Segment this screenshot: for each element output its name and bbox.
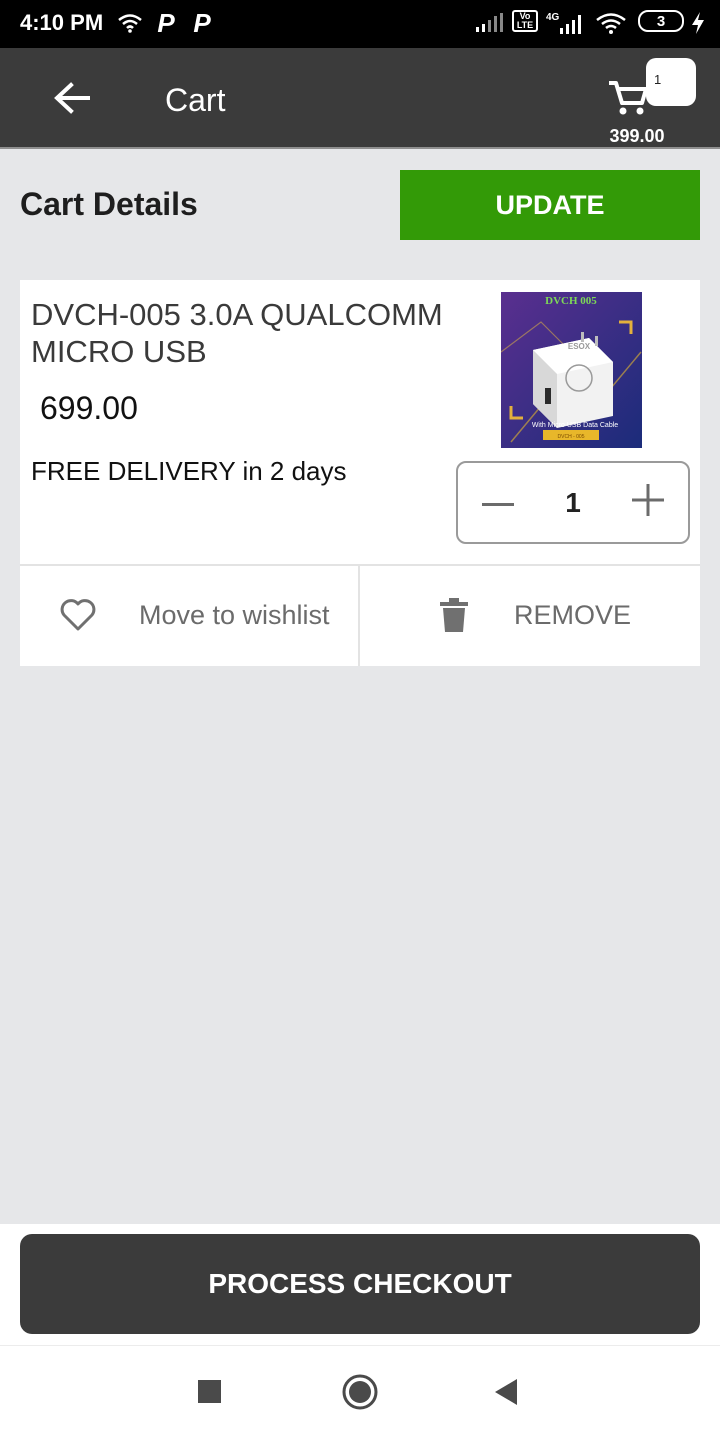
back-icon <box>494 1378 518 1411</box>
image-model-label: DVCH - 005 <box>558 434 585 440</box>
trash-icon <box>440 598 468 637</box>
signal-4g-icon: 4G <box>546 10 586 36</box>
status-time: 4:10 PM <box>20 10 104 35</box>
battery-level: 3 <box>656 12 666 30</box>
product-price: 699.00 <box>40 390 138 426</box>
image-title: DVCH 005 <box>545 295 597 307</box>
plus-icon <box>632 484 664 521</box>
cart-count-badge: 1 <box>646 58 696 106</box>
wifi-icon <box>594 10 628 36</box>
update-button[interactable]: UPDATE <box>400 170 700 240</box>
battery-icon: 3 <box>638 10 684 32</box>
back-arrow-icon <box>54 81 90 119</box>
minus-icon <box>482 494 514 512</box>
image-brand: ESOX <box>568 342 591 351</box>
volte-icon: Vo LTE <box>512 10 538 32</box>
heart-icon <box>60 599 96 636</box>
system-back-button[interactable] <box>484 1372 528 1416</box>
image-caption: With Micro USB Data Cable <box>532 422 618 429</box>
product-image[interactable]: DVCH 005 ESOX With Micro USB Data Cable … <box>501 292 642 448</box>
back-button[interactable] <box>40 72 104 128</box>
checkout-area: PROCESS CHECKOUT <box>0 1224 720 1345</box>
page-title: Cart <box>165 82 226 118</box>
wifi-icon <box>116 10 144 36</box>
delivery-info: FREE DELIVERY in 2 days <box>31 456 347 486</box>
wishlist-label: Move to wishlist <box>139 600 330 630</box>
charging-icon <box>690 10 706 36</box>
increase-quantity-button[interactable] <box>608 463 688 542</box>
decrease-quantity-button[interactable] <box>458 463 538 542</box>
quantity-value[interactable]: 1 <box>538 487 608 519</box>
recents-icon <box>198 1379 222 1409</box>
remove-label: REMOVE <box>514 600 632 630</box>
cart-icon <box>608 80 648 121</box>
cart-item-card: DVCH-005 3.0A QUALCOMM MICRO USB 699.00 … <box>20 280 700 666</box>
recents-button[interactable] <box>188 1372 232 1416</box>
volte-label-lte: LTE <box>516 20 534 30</box>
move-to-wishlist-button[interactable]: Move to wishlist <box>20 566 358 666</box>
product-name[interactable]: DVCH-005 3.0A QUALCOMM MICRO USB <box>31 296 451 370</box>
p-app-icon: P <box>157 7 175 38</box>
quantity-stepper: 1 <box>456 461 690 544</box>
network-type-label: 4G <box>546 12 560 23</box>
process-checkout-button[interactable]: PROCESS CHECKOUT <box>20 1234 700 1334</box>
remove-button[interactable]: REMOVE <box>360 566 700 666</box>
app-bar: Cart 1 399.00 <box>0 48 720 149</box>
cart-total: 399.00 <box>609 126 665 146</box>
signal-icon <box>474 10 504 36</box>
home-button[interactable] <box>338 1372 382 1416</box>
home-icon <box>341 1373 379 1416</box>
p-app-icon: P <box>193 7 211 38</box>
status-bar: 4:10 PM P P Vo LTE 4G 3 <box>0 0 720 48</box>
cart-details-heading: Cart Details <box>20 186 198 222</box>
system-nav-bar <box>0 1345 720 1440</box>
